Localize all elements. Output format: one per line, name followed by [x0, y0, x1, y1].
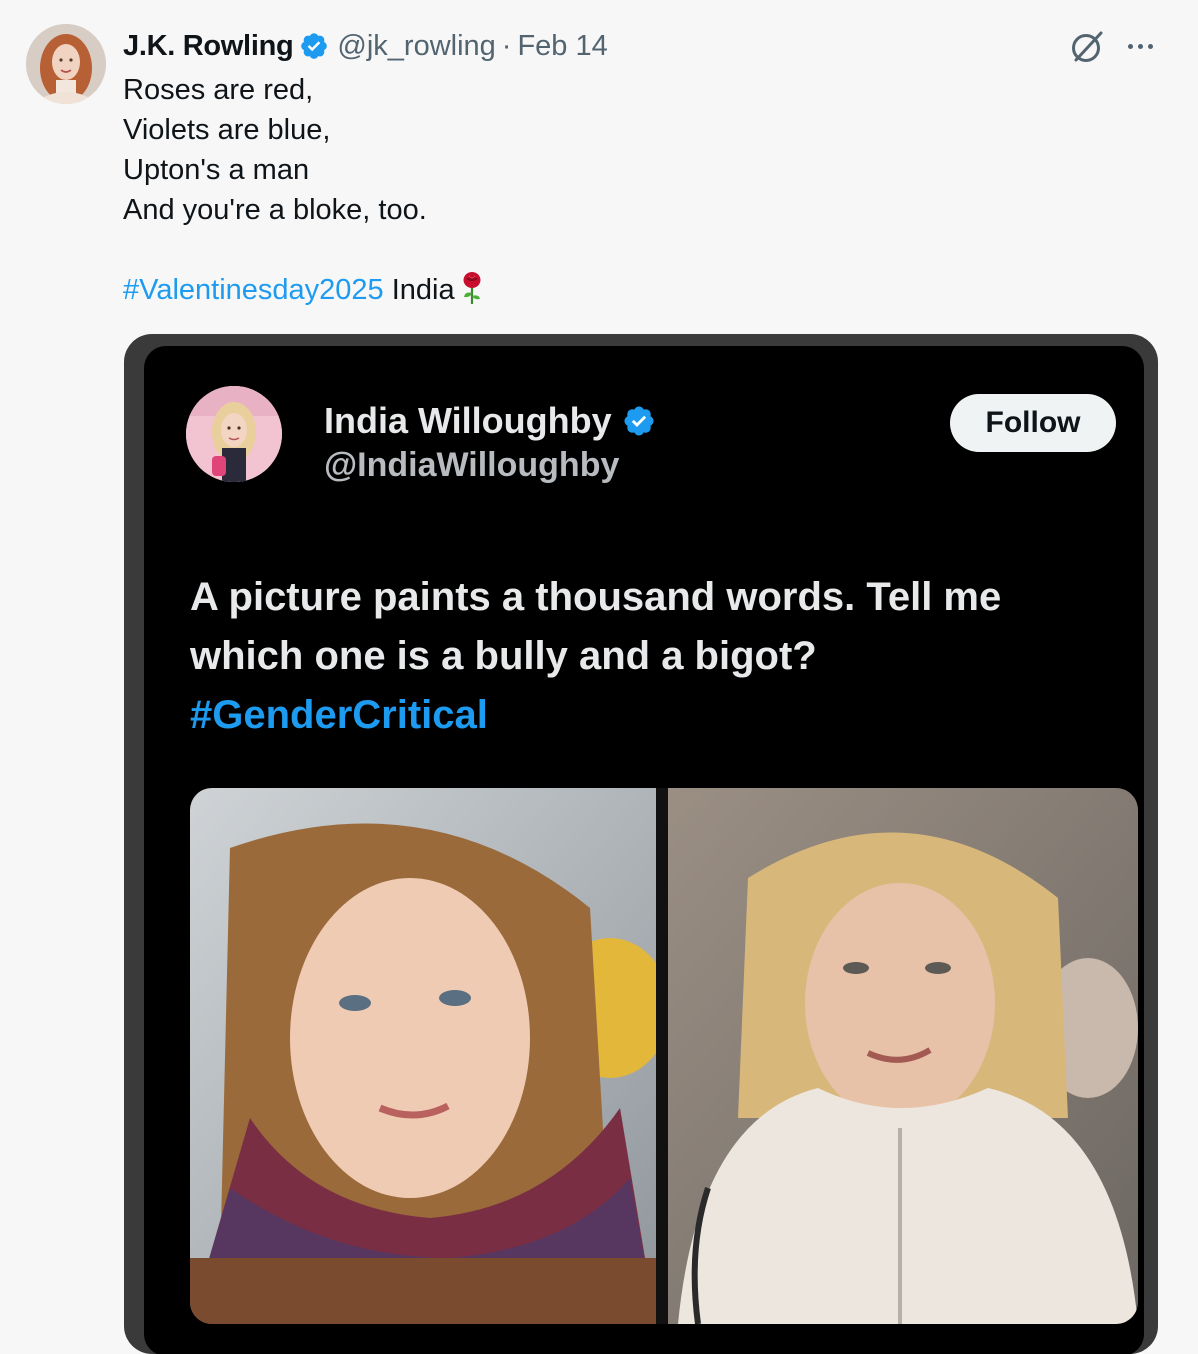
- quoted-photos: [190, 788, 1138, 1324]
- tweet-date[interactable]: Feb 14: [517, 30, 607, 63]
- author-avatar[interactable]: [26, 24, 106, 104]
- quoted-text-line: A picture paints a thousand words. Tell …: [190, 575, 1002, 619]
- follow-button: Follow: [950, 394, 1116, 452]
- more-dot: [1147, 43, 1153, 49]
- tweet-line: Upton's a man: [123, 154, 310, 186]
- quoted-author-name: India Willoughby: [324, 400, 612, 441]
- grok-icon[interactable]: [1068, 28, 1106, 66]
- quoted-post-text: A picture paints a thousand words. Tell …: [190, 568, 1120, 745]
- rose-emoji-icon: [463, 272, 481, 304]
- tweet-header: J.K. Rowling @jk_rowling · Feb 14: [123, 28, 608, 64]
- more-dot: [1137, 43, 1143, 49]
- author-name[interactable]: J.K. Rowling: [123, 30, 294, 63]
- tweet-line: Roses are red,: [123, 74, 314, 106]
- quoted-author-name-row: India Willoughby: [324, 400, 664, 442]
- quoted-text-line: which one is a bully and a bigot?: [190, 634, 817, 678]
- quoted-post-screenshot: India Willoughby @IndiaWilloughby Follow…: [144, 346, 1144, 1354]
- more-dot: [1127, 43, 1133, 49]
- tweet-line: Violets are blue,: [123, 114, 331, 146]
- tweet-trailing-text: India: [383, 274, 455, 306]
- more-icon[interactable]: [1120, 28, 1160, 64]
- author-handle[interactable]: @jk_rowling: [337, 30, 495, 63]
- tweet-text: Roses are red, Violets are blue, Upton's…: [123, 70, 1143, 310]
- photo-right: [668, 788, 1138, 1324]
- quoted-author-avatar: [186, 386, 282, 482]
- photo-left: [190, 788, 656, 1324]
- verified-badge-icon: [624, 406, 654, 436]
- tweet-hashtag-line: #Valentinesday2025 India: [123, 270, 1143, 310]
- hashtag-link[interactable]: #Valentinesday2025: [123, 274, 384, 306]
- header-separator: ·: [501, 29, 512, 62]
- tweet-line: And you're a bloke, too.: [123, 194, 427, 226]
- embedded-image[interactable]: India Willoughby @IndiaWilloughby Follow…: [124, 334, 1158, 1354]
- tweet[interactable]: J.K. Rowling @jk_rowling · Feb 14 Roses …: [0, 0, 1198, 1354]
- quoted-author-handle: @IndiaWilloughby: [324, 446, 620, 484]
- quoted-hashtag: #GenderCritical: [190, 693, 488, 737]
- verified-badge-icon: [301, 33, 328, 59]
